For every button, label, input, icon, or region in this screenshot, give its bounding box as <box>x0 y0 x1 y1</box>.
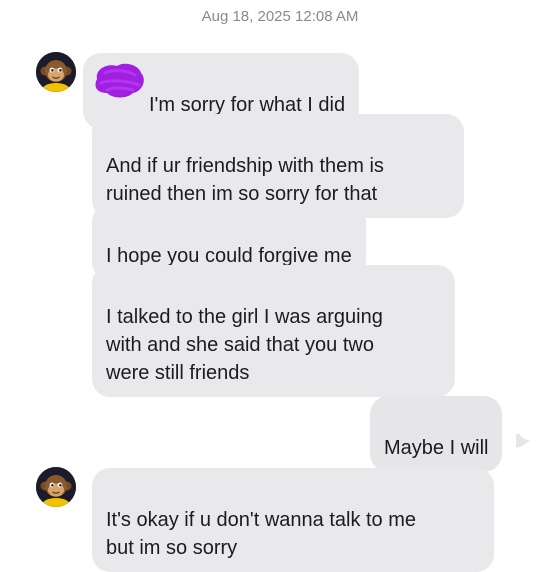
monkey-avatar-icon <box>36 467 76 507</box>
contact-avatar[interactable] <box>36 467 76 507</box>
message-text: And if ur friendship with them is ruined… <box>106 155 384 205</box>
message-bubble[interactable]: I talked to the girl I was arguing with … <box>92 265 455 397</box>
message-text: I talked to the girl I was arguing with … <box>106 306 383 384</box>
outgoing-message-bubble[interactable]: Maybe I will <box>370 396 503 472</box>
message-bubble[interactable]: It's okay if u don't wanna talk to me bu… <box>92 468 494 572</box>
timestamp: Aug 18, 2025 12:08 AM <box>201 8 359 25</box>
contact-avatar[interactable] <box>36 52 76 92</box>
message-bubble[interactable]: And if ur friendship with them is ruined… <box>92 114 464 218</box>
message-text: It's okay if u don't wanna talk to me bu… <box>106 509 417 559</box>
message-text: I'm sorry for what I did <box>149 94 346 116</box>
message-text: I hope you could forgive me <box>106 245 352 267</box>
bubble-tail <box>516 434 530 448</box>
redaction-scribble <box>95 63 144 98</box>
monkey-avatar-icon <box>36 52 76 92</box>
message-text: Maybe I will <box>384 437 489 459</box>
